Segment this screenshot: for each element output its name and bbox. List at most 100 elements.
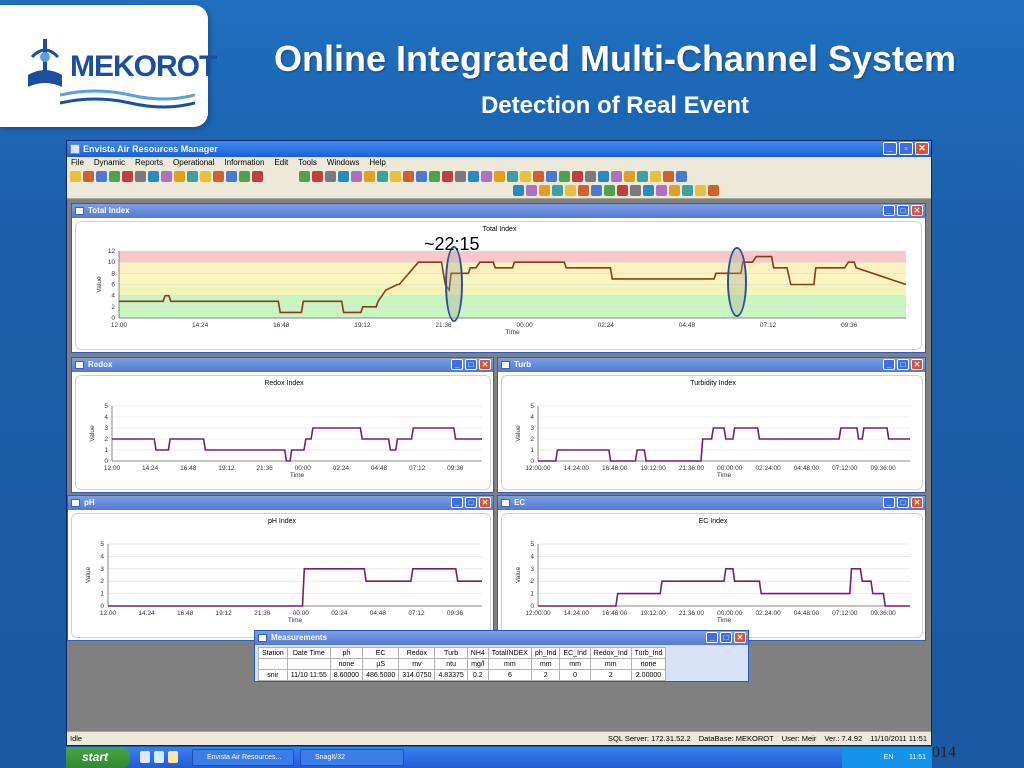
minimize-button[interactable]: _	[706, 632, 718, 643]
toolbar-icon[interactable]	[325, 171, 336, 182]
close-button[interactable]: ✕	[911, 205, 923, 216]
toolbar-icon[interactable]	[252, 171, 263, 182]
toolbar-icon[interactable]	[611, 171, 622, 182]
toolbar-icon[interactable]	[656, 185, 667, 196]
toolbar-icon[interactable]	[526, 185, 537, 196]
toolbar-icon[interactable]	[682, 185, 693, 196]
app-titlebar[interactable]: Envista Air Resources Manager _ ▫ ✕	[67, 141, 931, 157]
toolbar-icon[interactable]	[533, 171, 544, 182]
toolbar-icon[interactable]	[148, 171, 159, 182]
toolbar-icon[interactable]	[630, 185, 641, 196]
toolbar-icon[interactable]	[494, 171, 505, 182]
toolbar-icon[interactable]	[513, 185, 524, 196]
maximize-button[interactable]: □	[897, 205, 909, 216]
quick-launch-icon[interactable]	[154, 751, 164, 763]
toolbar-icon[interactable]	[676, 171, 687, 182]
toolbar-icon[interactable]	[708, 185, 719, 196]
toolbar-icon[interactable]	[559, 171, 570, 182]
table-cell[interactable]: 4.83375	[434, 669, 468, 681]
toolbar-icon[interactable]	[364, 171, 375, 182]
toolbar-icon[interactable]	[174, 171, 185, 182]
toolbar-icon[interactable]	[637, 171, 648, 182]
minimize-button[interactable]: _	[883, 359, 895, 370]
menu-edit[interactable]: Edit	[274, 157, 288, 169]
table-cell[interactable]: 6	[487, 669, 532, 681]
menu-help[interactable]: Help	[369, 157, 385, 169]
redox-titlebar[interactable]: Redox _ □ ✕	[72, 358, 493, 372]
table-row[interactable]: snir 11/10 11:55 8.60000 486.5000 314.0750 4.…	[258, 669, 667, 681]
toolbar-icon[interactable]	[617, 185, 628, 196]
toolbar-icon[interactable]	[643, 185, 654, 196]
toolbar-icon[interactable]	[695, 185, 706, 196]
close-button[interactable]: ✕	[479, 497, 491, 508]
close-button[interactable]: ✕	[911, 497, 923, 508]
close-button[interactable]: ✕	[479, 359, 491, 370]
table-cell[interactable]: 2	[530, 669, 561, 681]
toolbar-icon[interactable]	[83, 171, 94, 182]
toolbar-icon[interactable]	[624, 171, 635, 182]
toolbar-icon[interactable]	[520, 171, 531, 182]
close-button[interactable]: ✕	[911, 359, 923, 370]
toolbar-icon[interactable]	[604, 185, 615, 196]
menu-operational[interactable]: Operational	[173, 157, 214, 169]
table-cell[interactable]: 314.0750	[398, 669, 436, 681]
toolbar-icon[interactable]	[416, 171, 427, 182]
maximize-button[interactable]: □	[720, 632, 732, 643]
toolbar-icon[interactable]	[312, 171, 323, 182]
task-envista[interactable]: Envista Air Resources...	[192, 749, 294, 766]
ph-titlebar[interactable]: pH _ □ ✕	[68, 496, 493, 510]
toolbar-icon[interactable]	[539, 185, 550, 196]
total-index-titlebar[interactable]: Total Index _ □ ✕	[72, 204, 925, 218]
maximize-button[interactable]: □	[897, 359, 909, 370]
table-cell[interactable]: snir	[258, 669, 288, 681]
toolbar-icon[interactable]	[585, 171, 596, 182]
start-button[interactable]: start	[66, 747, 130, 768]
menu-dynamic[interactable]: Dynamic	[94, 157, 125, 169]
minimize-button[interactable]: _	[883, 142, 897, 155]
measurements-titlebar[interactable]: Measurements _ □ ✕	[255, 631, 748, 645]
table-cell[interactable]: 11/10 11:55	[286, 669, 331, 681]
quick-launch-icon[interactable]	[168, 751, 178, 763]
toolbar-icon[interactable]	[468, 171, 479, 182]
toolbar-icon[interactable]	[669, 185, 680, 196]
close-button[interactable]: ✕	[734, 632, 746, 643]
minimize-button[interactable]: _	[451, 359, 463, 370]
toolbar-icon[interactable]	[572, 171, 583, 182]
table-cell[interactable]: 0.2	[466, 669, 489, 681]
toolbar-icon[interactable]	[122, 171, 133, 182]
toolbar-icon[interactable]	[213, 171, 224, 182]
toolbar-icon[interactable]	[226, 171, 237, 182]
menu-reports[interactable]: Reports	[135, 157, 163, 169]
table-cell[interactable]: 8.60000	[329, 669, 364, 681]
toolbar-icon[interactable]	[650, 171, 661, 182]
task-snagit[interactable]: SnagIt/32	[300, 749, 404, 766]
menu-windows[interactable]: Windows	[327, 157, 359, 169]
turb-titlebar[interactable]: Turb _ □ ✕	[498, 358, 925, 372]
toolbar-icon[interactable]	[70, 171, 81, 182]
toolbar-icon[interactable]	[338, 171, 349, 182]
toolbar-icon[interactable]	[403, 171, 414, 182]
table-cell[interactable]: 2.00000	[630, 669, 667, 681]
menu-information[interactable]: Information	[224, 157, 264, 169]
toolbar-icon[interactable]	[161, 171, 172, 182]
table-cell[interactable]: 486.5000	[362, 669, 400, 681]
toolbar-icon[interactable]	[109, 171, 120, 182]
minimize-button[interactable]: _	[883, 497, 895, 508]
ec-titlebar[interactable]: EC _ □ ✕	[498, 496, 925, 510]
toolbar-icon[interactable]	[187, 171, 198, 182]
menu-file[interactable]: File	[71, 157, 84, 169]
minimize-button[interactable]: _	[451, 497, 463, 508]
menu-tools[interactable]: Tools	[298, 157, 317, 169]
toolbar-icon[interactable]	[481, 171, 492, 182]
maximize-button[interactable]: □	[465, 497, 477, 508]
table-cell[interactable]: 0	[559, 669, 591, 681]
toolbar-icon[interactable]	[591, 185, 602, 196]
restore-button[interactable]: ▫	[899, 142, 913, 155]
toolbar-icon[interactable]	[351, 171, 362, 182]
toolbar-icon[interactable]	[299, 171, 310, 182]
toolbar-icon[interactable]	[507, 171, 518, 182]
toolbar-icon[interactable]	[96, 171, 107, 182]
toolbar-icon[interactable]	[429, 171, 440, 182]
toolbar-icon[interactable]	[200, 171, 211, 182]
toolbar-icon[interactable]	[552, 185, 563, 196]
